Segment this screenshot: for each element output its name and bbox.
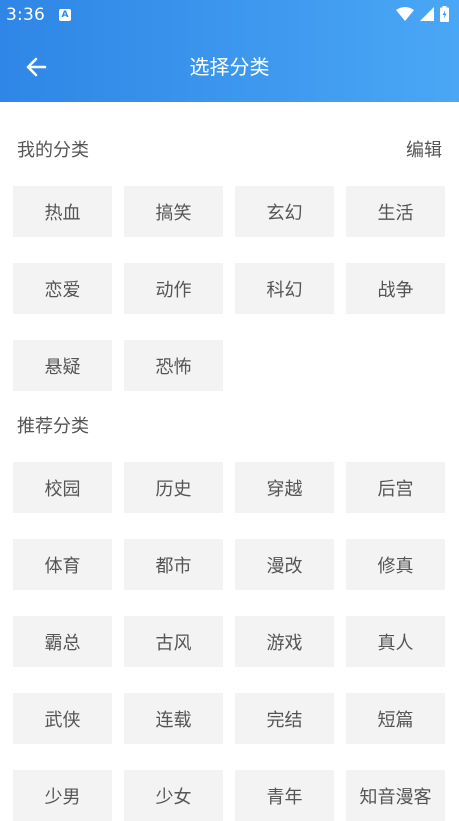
status-bar: 3:36 A: [0, 0, 459, 32]
category-chip[interactable]: 霸总: [13, 616, 112, 667]
category-chip[interactable]: 短篇: [346, 693, 445, 744]
category-chip[interactable]: 体育: [13, 539, 112, 590]
recommended-categories-heading: 推荐分类: [17, 416, 89, 437]
category-chip[interactable]: 搞笑: [124, 186, 223, 237]
category-chip[interactable]: 后宫: [346, 462, 445, 513]
category-chip[interactable]: 恐怖: [124, 340, 223, 391]
category-chip[interactable]: 知音漫客: [346, 770, 445, 821]
category-chip[interactable]: 漫改: [235, 539, 334, 590]
page-title: 选择分类: [189, 55, 270, 79]
category-chip[interactable]: 生活: [346, 186, 445, 237]
category-chip[interactable]: 真人: [346, 616, 445, 667]
app-header: 3:36 A 选择分类: [0, 0, 459, 102]
edit-button[interactable]: 编辑: [406, 139, 442, 163]
category-chip[interactable]: 少男: [13, 770, 112, 821]
recommended-categories-grid: 校园 历史 穿越 后宫体育 都市 漫改 修真霸总 古风 游戏 真人武侠 连载 完结 短篇少男 少女 青年 知音…: [13, 462, 446, 821]
status-icons: [396, 6, 449, 22]
category-chip[interactable]: 科幻: [235, 263, 334, 314]
battery-icon: [440, 6, 449, 22]
category-chip[interactable]: 少女: [124, 770, 223, 821]
category-chip[interactable]: 战争: [346, 263, 445, 314]
category-chip[interactable]: 完结: [235, 693, 334, 744]
category-chip[interactable]: 热血: [13, 186, 112, 237]
category-chip[interactable]: 修真: [346, 539, 445, 590]
wifi-icon: [396, 7, 414, 21]
category-chip[interactable]: 校园: [13, 462, 112, 513]
category-chip[interactable]: 游戏: [235, 616, 334, 667]
status-time: 3:36: [6, 5, 45, 25]
category-chip[interactable]: 古风: [124, 616, 223, 667]
category-chip[interactable]: 历史: [124, 462, 223, 513]
category-chip[interactable]: 武侠: [13, 693, 112, 744]
my-categories-grid: 热血 搞笑 玄幻 生活恋爱 动作 科幻 战争悬疑 恐怖: [13, 186, 446, 391]
category-chip[interactable]: 连载: [124, 693, 223, 744]
category-chip[interactable]: 青年: [235, 770, 334, 821]
notification-icon: A: [59, 9, 71, 21]
my-categories-heading: 我的分类: [17, 140, 89, 161]
category-chip[interactable]: 玄幻: [235, 186, 334, 237]
category-chip[interactable]: 都市: [124, 539, 223, 590]
category-chip[interactable]: 恋爱: [13, 263, 112, 314]
category-chip[interactable]: 穿越: [235, 462, 334, 513]
category-chip[interactable]: 悬疑: [13, 340, 112, 391]
cellular-signal-icon: [420, 7, 434, 21]
category-chip[interactable]: 动作: [124, 263, 223, 314]
